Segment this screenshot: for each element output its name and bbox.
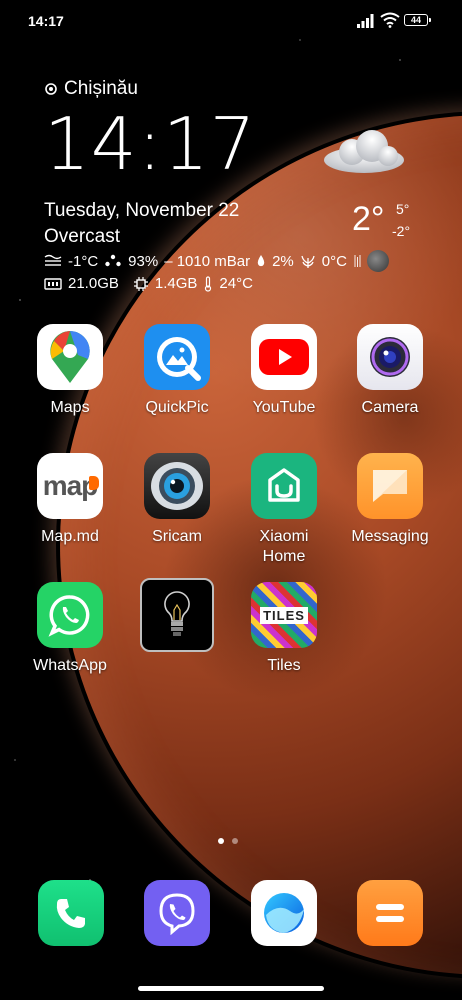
app-label: Tiles	[267, 657, 301, 674]
page-dot[interactable]	[232, 838, 238, 844]
app-label: QuickPic	[145, 399, 209, 416]
app-label: Camera	[361, 399, 419, 416]
mapmd-icon: map	[37, 453, 103, 519]
status-bar: 14:17 44	[0, 0, 462, 42]
app-youtube[interactable]: YouTube	[232, 324, 336, 418]
humidity-dots-icon	[105, 254, 121, 267]
sricam-icon	[144, 453, 210, 519]
app-tiles[interactable]: TILES Tiles	[232, 582, 336, 676]
location-name: Chișinău	[64, 78, 138, 99]
location-pin-icon	[45, 83, 57, 95]
browser-icon	[264, 893, 304, 933]
page-dot-active[interactable]	[218, 838, 224, 844]
whatsapp-icon	[37, 582, 103, 648]
device-stats-row: 21.0GB 1.4GB 24°C	[44, 275, 253, 292]
humidity: 93%	[128, 252, 159, 270]
cpu-icon	[133, 276, 148, 291]
app-label: YouTube	[252, 399, 316, 416]
app-quickpic[interactable]: QuickPic	[125, 324, 229, 418]
youtube-icon	[251, 324, 317, 390]
app-label: WhatsApp	[33, 657, 107, 674]
app-label: Sricam	[152, 528, 202, 545]
app-whatsapp[interactable]: WhatsApp	[18, 582, 122, 676]
signal-icon	[357, 14, 374, 28]
dock-browser[interactable]	[251, 880, 317, 946]
tiles-logo-text: TILES	[260, 606, 308, 624]
feels-like: -1°C	[68, 252, 99, 270]
fog-icon	[44, 254, 62, 266]
dew-point: 0°C	[321, 252, 347, 270]
precipitation: 2%	[272, 252, 294, 270]
date-text: Tuesday, November 22	[44, 200, 240, 221]
temperature-high: 5°	[396, 201, 410, 217]
phone-icon	[56, 899, 85, 928]
weather-details-row: -1°C 93% – 1010 mBar 2% 0°C	[44, 250, 389, 272]
app-messaging[interactable]: Messaging	[338, 453, 442, 547]
wind-lines-icon	[354, 255, 361, 267]
messaging-icon	[357, 453, 423, 519]
storage-free: 21.0GB	[68, 275, 119, 292]
file-manager-icon	[376, 904, 404, 922]
plant-icon	[301, 255, 315, 268]
camera-icon	[357, 324, 423, 390]
app-label: Maps	[50, 399, 90, 416]
app-xiaomi-home[interactable]: Xiaomi Home	[232, 453, 336, 567]
current-temperature[interactable]: 2°	[352, 200, 385, 239]
thermometer-icon	[205, 275, 212, 292]
wifi-icon	[380, 12, 400, 28]
app-label: Map.md	[41, 528, 99, 545]
moon-phase-icon	[366, 250, 389, 272]
home-indicator-bar[interactable]	[138, 986, 324, 991]
dock-phone[interactable]	[38, 880, 104, 946]
app-label: Messaging	[351, 528, 429, 545]
app-flashlight[interactable]	[125, 578, 229, 660]
battery-temperature: 24°C	[219, 275, 253, 292]
xiaomi-home-icon	[251, 453, 317, 519]
app-label: Xiaomi Home	[259, 528, 309, 565]
storage-icon	[44, 277, 62, 290]
raindrop-icon	[257, 255, 265, 267]
page-indicator[interactable]	[218, 838, 238, 844]
app-mapmd[interactable]: map Map.md	[18, 453, 122, 547]
clock[interactable]: 14:17	[44, 102, 257, 186]
cloud-icon	[324, 130, 404, 173]
google-maps-icon	[37, 324, 103, 390]
battery-level: 44	[410, 15, 421, 25]
app-maps[interactable]: Maps	[18, 324, 122, 418]
status-time: 14:17	[28, 13, 64, 29]
tiles-icon: TILES	[251, 582, 317, 648]
viber-icon	[159, 893, 195, 935]
dock-file-manager[interactable]	[357, 880, 423, 946]
app-sricam[interactable]: Sricam	[125, 453, 229, 547]
ram-free: 1.4GB	[154, 275, 198, 292]
quickpic-icon	[144, 324, 210, 390]
dock-viber[interactable]	[144, 880, 210, 946]
battery-icon: 44	[404, 14, 431, 26]
app-camera[interactable]: Camera	[338, 324, 442, 418]
location[interactable]: Chișinău	[44, 78, 138, 100]
weather-condition: Overcast	[44, 226, 121, 247]
flashlight-icon	[140, 578, 214, 652]
pressure: – 1010 mBar	[164, 252, 251, 270]
temperature-low: -2°	[392, 223, 411, 239]
